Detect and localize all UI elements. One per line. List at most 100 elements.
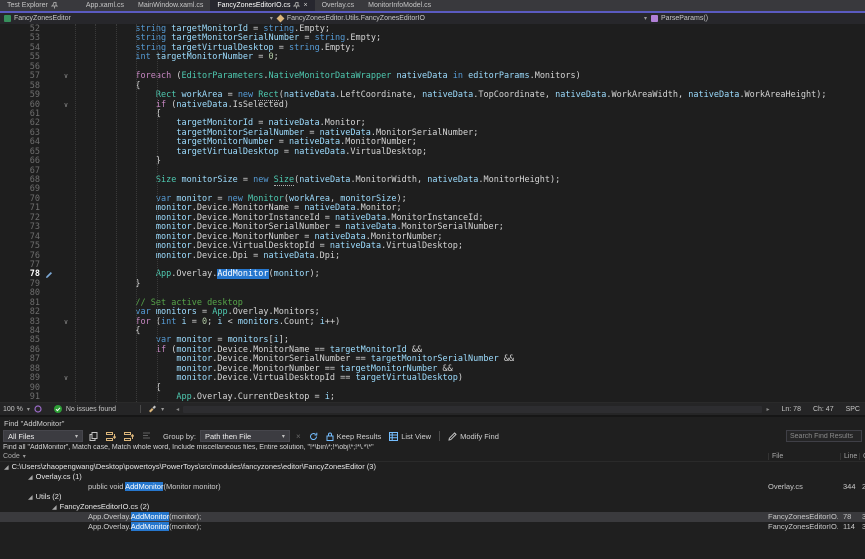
divider [140, 405, 141, 413]
document-health-icon[interactable] [34, 405, 42, 413]
find-group-row[interactable]: ◢Utils (2) [0, 492, 865, 502]
refresh-icon[interactable] [307, 430, 320, 443]
tab-label: Test Explorer [7, 2, 48, 9]
breadcrumb-project-label: FancyZonesEditor [14, 15, 71, 22]
find-result-row[interactable]: FancyZonesEditorIO.cs783App.Overlay.AddM… [0, 512, 865, 522]
gutter-space [40, 233, 58, 242]
search-find-results-input[interactable] [786, 430, 862, 442]
tab-mainwindow-xaml-cs[interactable]: MainWindow.xaml.cs [131, 0, 210, 11]
find-group-row[interactable]: ◢C:\Users\zhaopengwang\Desktop\powertoys… [0, 462, 865, 472]
horizontal-scrollbar[interactable] [183, 406, 762, 413]
tab-test-explorer[interactable]: Test Explorer [0, 0, 65, 11]
code-line[interactable]: 79 } [0, 280, 865, 289]
fold-margin [58, 185, 74, 194]
issues-status[interactable]: No issues found [66, 406, 116, 413]
fold-margin [58, 157, 74, 166]
stop-search-icon[interactable]: × [294, 430, 303, 443]
code-line[interactable]: 66 } [0, 157, 865, 166]
scope-dropdown[interactable]: All Files▾ [3, 430, 83, 442]
find-group-row[interactable]: ◢Overlay.cs (1) [0, 472, 865, 482]
tab-app-xaml-cs[interactable]: App.xaml.cs [79, 0, 131, 11]
code-editor[interactable]: 52 string targetMonitorId = string.Empty… [0, 24, 865, 402]
fold-margin [58, 242, 74, 251]
modify-find-button[interactable]: Modify Find [446, 430, 501, 443]
breadcrumb-member[interactable]: ParseParams() [647, 13, 712, 24]
find-result-row[interactable]: FancyZonesEditorIO.cs1143App.Overlay.Add… [0, 522, 865, 532]
gutter-space [40, 336, 58, 345]
fold-chevron-icon[interactable]: ∨ [58, 101, 74, 110]
tab-monitorinfomodel-cs[interactable]: MonitorInfoModel.cs [361, 0, 438, 11]
column-header-col[interactable]: Col [859, 453, 865, 460]
code-line[interactable]: 76 monitor.Device.Dpi = nativeData.Dpi; [0, 252, 865, 261]
code-line[interactable]: 68 Size monitorSize = new Size(nativeDat… [0, 176, 865, 185]
editor-status-bar: 100 % ▾ No issues found ▾ ◂ ▸ Ln: 78 Ch:… [0, 402, 865, 415]
group-by-dropdown[interactable]: Path then File▾ [200, 430, 290, 442]
fold-margin [58, 119, 74, 128]
code-text: } [74, 280, 865, 289]
column-header-line[interactable]: Line [840, 453, 857, 460]
keep-results-button[interactable]: Keep Results [324, 430, 384, 443]
results-column-headers: Code▾ File Line Col [0, 453, 865, 462]
fold-margin [58, 195, 74, 204]
result-text: public void AddMonitor(Monitor monitor) [88, 482, 221, 492]
fold-margin [58, 63, 74, 72]
gutter-space [40, 374, 58, 383]
column-header-code[interactable]: Code▾ [3, 453, 26, 460]
match-highlight: AddMonitor [125, 482, 163, 491]
fold-chevron-icon[interactable]: ∨ [58, 318, 74, 327]
expand-all-icon[interactable] [104, 430, 118, 443]
gutter-space [40, 384, 58, 393]
code-line[interactable]: 91 App.Overlay.CurrentDesktop = i; [0, 393, 865, 402]
filter-chevron-icon: ▾ [23, 453, 26, 460]
breadcrumb-project[interactable]: FancyZonesEditor [0, 13, 75, 24]
scroll-right-icon[interactable]: ▸ [766, 406, 769, 413]
find-summary: Find all "AddMonitor", Match case, Match… [0, 444, 865, 453]
group-by-label: Group by: [163, 432, 196, 441]
gutter-space [40, 138, 58, 147]
fold-margin [58, 365, 74, 374]
clear-results-icon[interactable] [140, 430, 153, 443]
pin-icon[interactable] [51, 2, 58, 9]
gutter-space [40, 72, 58, 81]
method-icon [651, 15, 658, 22]
fold-margin [58, 336, 74, 345]
fold-margin [58, 176, 74, 185]
chevron-down-icon[interactable]: ▾ [161, 406, 164, 413]
gutter-space [40, 148, 58, 157]
find-group-row[interactable]: ◢FancyZonesEditorIO.cs (2) [0, 502, 865, 512]
tab-fancyzoneseditorio-cs[interactable]: FancyZonesEditorIO.cs × [210, 0, 314, 11]
collapse-all-icon[interactable] [122, 430, 136, 443]
zoom-level[interactable]: 100 % [3, 406, 23, 413]
expander-icon[interactable]: ◢ [4, 465, 9, 471]
project-icon [4, 15, 11, 22]
close-icon[interactable]: × [303, 2, 307, 9]
fold-chevron-icon[interactable]: ∨ [58, 72, 74, 81]
fold-margin [58, 393, 74, 402]
tab-label: FancyZonesEditorIO.cs [217, 2, 290, 9]
code-cleanup-icon[interactable] [148, 405, 157, 413]
tab-overlay-cs[interactable]: Overlay.cs [315, 0, 362, 11]
find-result-row[interactable]: Overlay.cs3442public void AddMonitor(Mon… [0, 482, 865, 492]
code-line[interactable]: 55 int targetMonitorNumber = 0; [0, 53, 865, 62]
list-view-button[interactable]: List View [387, 430, 433, 443]
gutter-space [40, 157, 58, 166]
document-tab-bar: Test Explorer App.xaml.csMainWindow.xaml.… [0, 0, 865, 11]
fold-margin [58, 289, 74, 298]
fold-margin [58, 82, 74, 91]
expander-icon[interactable]: ◢ [28, 475, 33, 481]
fold-chevron-icon[interactable]: ∨ [58, 374, 74, 383]
chevron-down-icon[interactable]: ▾ [27, 406, 30, 413]
gutter-space [40, 82, 58, 91]
breadcrumb-type[interactable]: FancyZonesEditor.Utils.FancyZonesEditorI… [273, 13, 429, 24]
fold-margin [58, 25, 74, 34]
copy-icon[interactable] [87, 430, 100, 443]
fold-margin [58, 308, 74, 317]
gutter-space [40, 393, 58, 402]
pin-icon[interactable] [293, 2, 300, 9]
expander-icon[interactable]: ◢ [52, 505, 57, 511]
scroll-left-icon[interactable]: ◂ [176, 406, 179, 413]
column-header-file[interactable]: File [768, 453, 783, 460]
expander-icon[interactable]: ◢ [28, 495, 33, 501]
gutter-space [40, 289, 58, 298]
gutter-space [40, 280, 58, 289]
